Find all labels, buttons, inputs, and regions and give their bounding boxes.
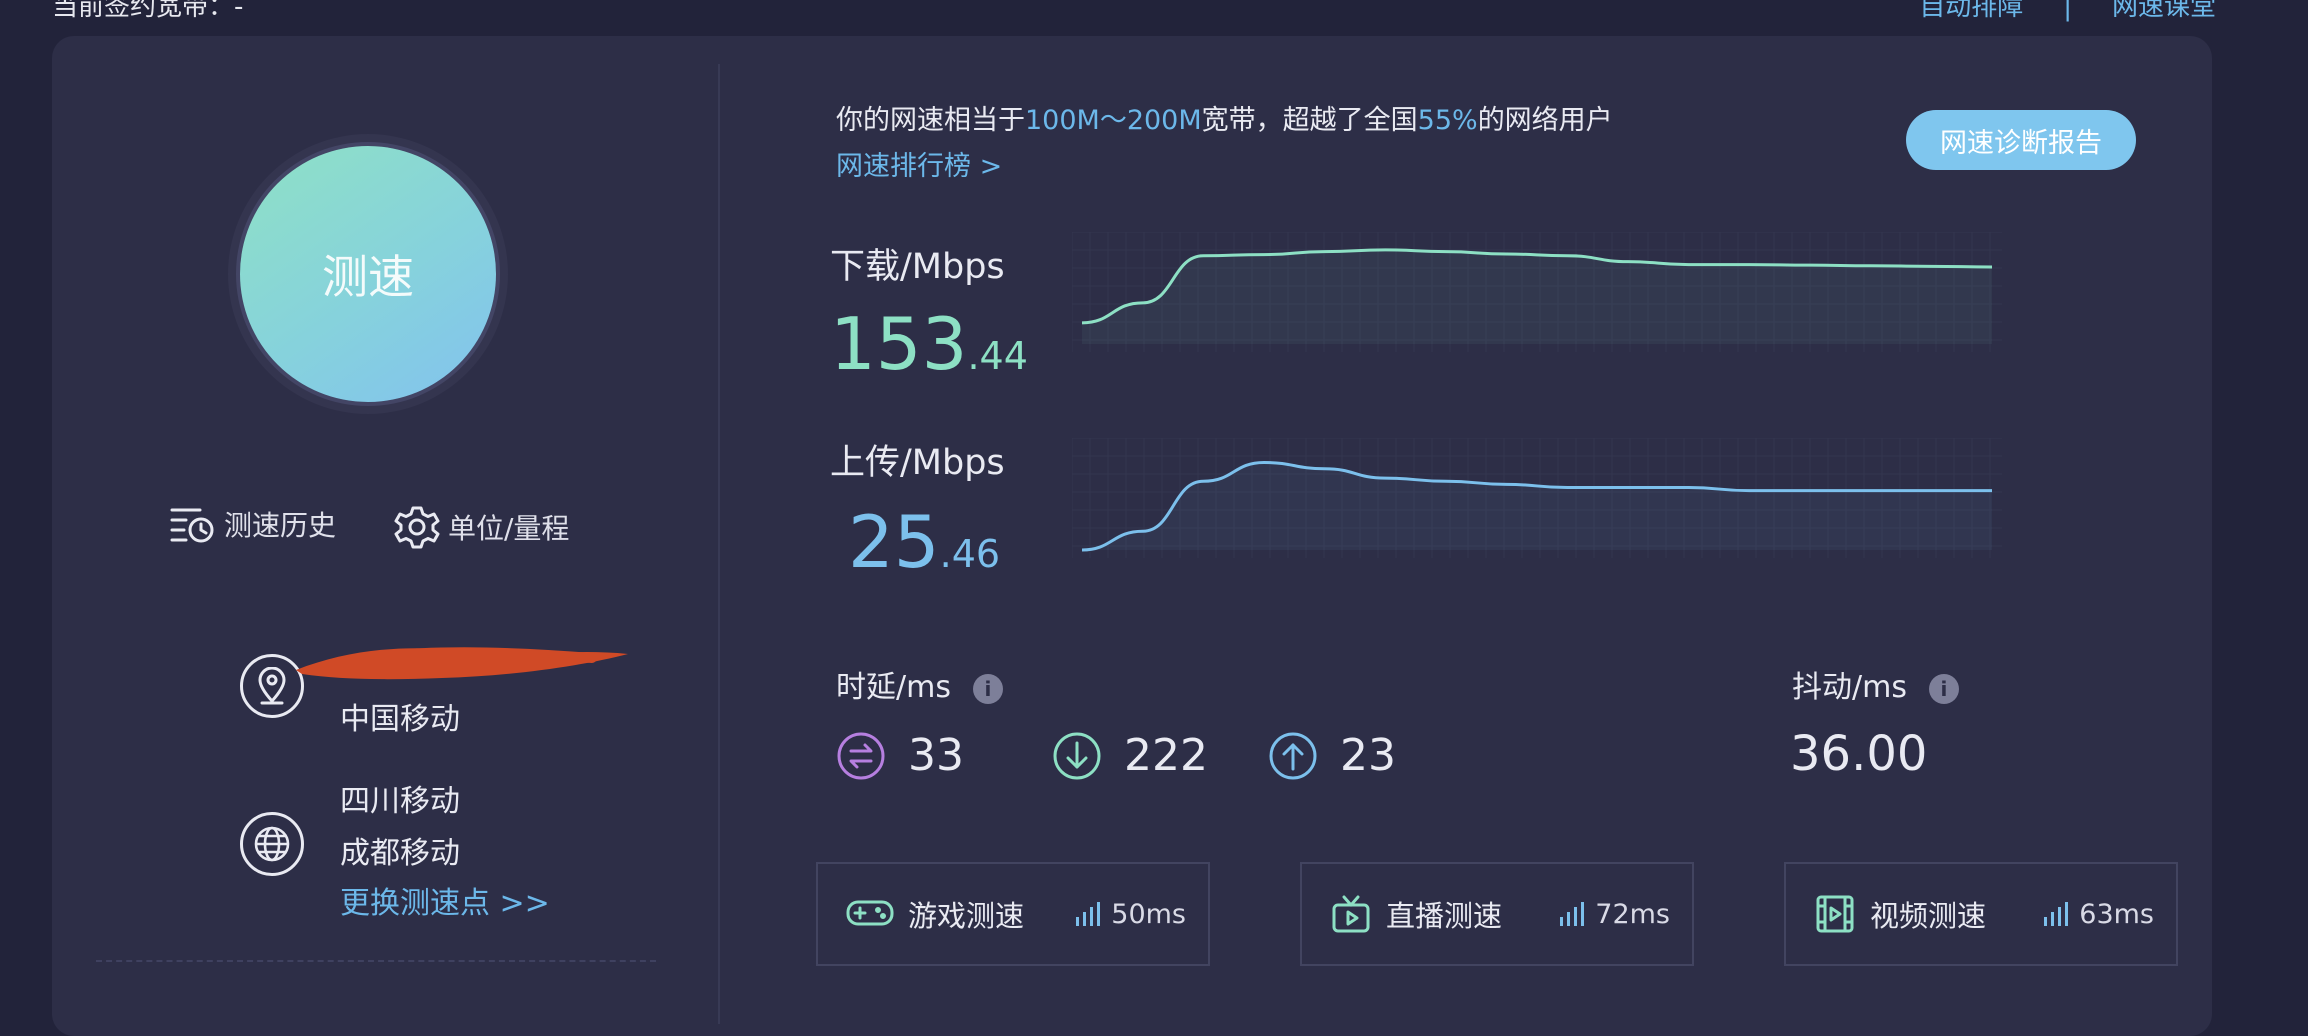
latency-idle-value: 33: [908, 730, 964, 781]
jitter-info-icon[interactable]: i: [1928, 673, 1959, 704]
game-speedtest-button[interactable]: 游戏测速 50ms: [816, 862, 1210, 966]
download-speed: 153.44: [830, 302, 1028, 386]
swap-arrows-icon: [837, 732, 885, 779]
latency-idle: 33: [836, 730, 964, 781]
download-label: 下载/Mbps: [830, 247, 1005, 287]
speed-summary: 你的网速相当于100M～200M宽带，超越了全国55%的网络用户: [836, 98, 1613, 137]
start-speedtest-button[interactable]: 测速: [240, 146, 496, 402]
live-speedtest-button[interactable]: 直播测速 72ms: [1300, 862, 1694, 966]
top-bar: 当前签约宽带：- 自动排障 | 网速课堂: [0, 0, 2308, 34]
speed-ranking-link[interactable]: 网速排行榜 >: [836, 144, 1002, 183]
signal-bars-icon: [1559, 901, 1585, 927]
upload-arrow-icon: [1269, 732, 1317, 779]
upload-label: 上传/Mbps: [830, 443, 1005, 483]
summary-percent: 55%: [1417, 105, 1478, 136]
user-isp: 中国移动: [340, 702, 460, 737]
video-speedtest-label: 视频测速: [1870, 899, 1987, 933]
history-label: 测速历史: [224, 509, 337, 542]
signal-bars-icon: [1075, 901, 1101, 927]
latency-upload: 23: [1268, 730, 1396, 781]
diagnosis-report-button[interactable]: 网速诊断报告: [1906, 110, 2136, 170]
redaction-scribble: [296, 647, 628, 680]
summary-suffix: 的网络用户: [1477, 105, 1613, 136]
speed-class-link[interactable]: 网速课堂: [2112, 0, 2216, 22]
summary-prefix: 你的网速相当于: [836, 105, 1025, 136]
jitter-value: 36.00: [1790, 726, 1928, 782]
left-divider: [96, 960, 656, 962]
upload-speed: 25.46: [848, 500, 1000, 584]
speedtest-card: 测速 测速历史 单位/量程 中国移动 四川移动 成都移动 更换测速点 >> 你的…: [52, 36, 2212, 1036]
server-region: 四川移动: [340, 784, 460, 819]
latency-download-value: 222: [1124, 730, 1208, 781]
download-dec: .44: [967, 334, 1028, 378]
gear-icon: [394, 506, 440, 549]
test-server: 四川移动 成都移动 更换测速点 >>: [240, 784, 550, 921]
top-links-separator: |: [2063, 0, 2072, 22]
upload-int: 25: [848, 500, 940, 584]
contracted-bandwidth: 当前签约宽带：-: [52, 0, 244, 22]
latency-upload-value: 23: [1340, 730, 1396, 781]
game-latency-value: 50ms: [1111, 898, 1186, 930]
change-server-link[interactable]: 更换测速点 >>: [340, 878, 550, 922]
download-chart-area: [1082, 249, 1992, 344]
units-label: 单位/量程: [448, 512, 570, 545]
server-city: 成都移动: [340, 836, 460, 871]
latency-label-text: 时延/ms: [836, 670, 951, 705]
history-icon: [170, 508, 214, 543]
upload-chart-area: [1082, 462, 1992, 550]
top-links: 自动排障 | 网速课堂: [1919, 0, 2216, 23]
globe-icon: [240, 812, 304, 876]
jitter-label-text: 抖动/ms: [1792, 670, 1907, 705]
summary-middle: 宽带，超越了全国: [1201, 105, 1418, 136]
summary-bandwidth-range: 100M～200M: [1025, 105, 1202, 136]
live-latency-value: 72ms: [1595, 898, 1670, 930]
download-arrow-icon: [1053, 732, 1101, 779]
video-latency-value: 63ms: [2079, 898, 2154, 930]
upload-dec: .46: [939, 532, 1001, 576]
signal-bars-icon: [2043, 901, 2069, 927]
speedtest-history-button[interactable]: 测速历史: [170, 504, 336, 544]
video-icon: [1814, 893, 1856, 935]
column-divider: [718, 64, 720, 1024]
download-int: 153: [830, 302, 968, 386]
video-speedtest-button[interactable]: 视频测速 63ms: [1784, 862, 2178, 966]
latency-download: 222: [1052, 730, 1208, 781]
latency-info-icon[interactable]: i: [972, 673, 1003, 704]
jitter-label: 抖动/ms i: [1792, 662, 1959, 706]
auto-diagnose-link[interactable]: 自动排障: [1919, 0, 2023, 22]
upload-chart: [1072, 438, 2002, 558]
live-speedtest-label: 直播测速: [1386, 899, 1503, 933]
game-speedtest-label: 游戏测速: [908, 899, 1025, 933]
gamepad-icon: [846, 894, 894, 934]
latency-label: 时延/ms i: [836, 662, 1003, 706]
tv-icon: [1330, 893, 1372, 935]
download-chart: [1072, 232, 2002, 352]
unit-range-button[interactable]: 单位/量程: [394, 504, 569, 550]
